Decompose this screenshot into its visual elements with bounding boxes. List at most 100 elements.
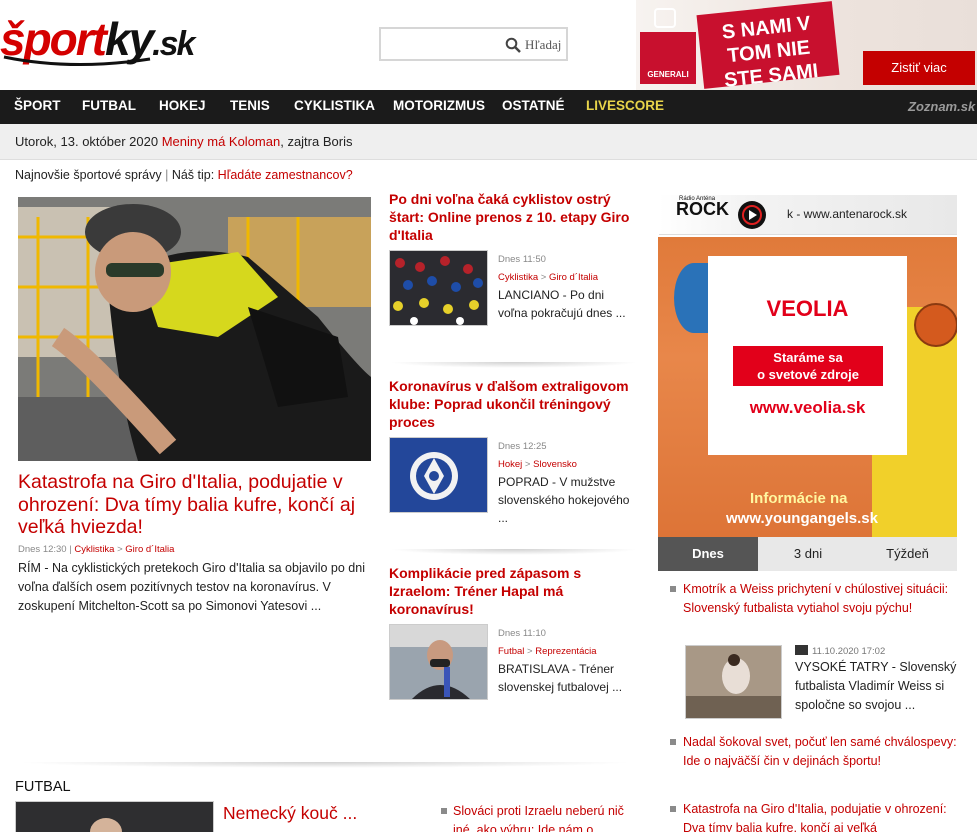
mid-article-excerpt: LANCIANO - Po dni voľna pokračujú dnes .… [498, 288, 626, 320]
ad-cta-button[interactable]: Zistiť viac [863, 51, 975, 85]
mid-article-title[interactable]: Po dni voľna čaká cyklistov ostrý štart:… [389, 190, 639, 244]
camera-icon [795, 645, 808, 655]
tip-link[interactable]: Hľadáte zamestnancov? [218, 168, 353, 182]
veolia-tagline-2: o svetové zdroje [757, 367, 859, 382]
nav-item-motorizmus[interactable]: MOTORIZMUS [393, 90, 485, 124]
mid-article-meta: Dnes 11:50 [498, 254, 546, 265]
radio-url: k - www.antenarock.sk [787, 207, 908, 221]
peloton-photo [390, 251, 487, 325]
search-box: Hľadaj [379, 27, 568, 61]
featured-date: 11.10.2020 17:02 [812, 646, 886, 657]
mid-article-meta: Dnes 11:10 [498, 628, 546, 639]
generali-ad-banner[interactable]: GENERALI S NAMI V TOM NIE STE SAMI Zisti… [636, 0, 977, 90]
subcategory-link[interactable]: Slovensko [533, 459, 577, 470]
main-nav: ŠPORT FUTBAL HOKEJ TENIS CYKLISTIKA MOTO… [0, 90, 977, 124]
cyclist-photo [18, 197, 371, 461]
popular-article-link[interactable]: Nadal šokoval svet, počuť len samé chvál… [683, 733, 960, 770]
popular-article-link[interactable]: Kmotrík a Weiss prichytení v chúlostivej… [683, 580, 960, 617]
popular-article-link[interactable]: Katastrofa na Giro d'Italia, podujatie v… [683, 800, 960, 832]
nav-item-hokej[interactable]: HOKEJ [159, 90, 206, 124]
nav-item-sport[interactable]: ŠPORT [14, 90, 61, 124]
search-icon[interactable] [505, 37, 521, 53]
featured-thumb[interactable] [685, 645, 782, 719]
featured-excerpt: VYSOKÉ TATRY - Slovenský futbalista Vlad… [795, 660, 957, 712]
logo-part-3: .sk [152, 25, 195, 63]
popular-tabs: Dnes 3 dni Týždeň [658, 537, 957, 571]
mid-article-title[interactable]: Komplikácie pred zápasom s Izraelom: Tré… [389, 564, 639, 618]
subcategory-link[interactable]: Giro d´Italia [125, 544, 174, 555]
futbal-article-image[interactable] [15, 801, 214, 832]
tip-label: Náš tip: [171, 168, 218, 182]
mid-article-category: Hokej > Slovensko [498, 459, 577, 470]
category-link[interactable]: Cyklistika [74, 544, 114, 555]
mid-article-title[interactable]: Koronavírus v ďalšom extraligovom klube:… [389, 377, 639, 431]
logo-swoosh-icon [3, 55, 151, 67]
bullet-icon [670, 586, 676, 592]
young-angels-url: www.youngangels.sk [726, 510, 878, 527]
nav-item-cyklistika[interactable]: CYKLISTIKA [294, 90, 375, 124]
lion-icon [654, 8, 676, 28]
mid-article-thumb[interactable] [389, 437, 488, 513]
category-link[interactable]: Hokej [498, 459, 522, 470]
article-time: Dnes 12:25 [498, 441, 547, 452]
mid-article-thumb[interactable] [389, 624, 488, 700]
mid-article-excerpt: BRATISLAVA - Tréner slovenskej futbalove… [498, 662, 623, 694]
young-angels-info: Informácie na [750, 490, 848, 507]
section-divider [15, 762, 635, 768]
date-text: , 13. október 2020 [53, 134, 162, 149]
nav-item-tenis[interactable]: TENIS [230, 90, 270, 124]
mid-article-category: Futbal > Reprezentácia [498, 646, 597, 657]
date-day: Utorok [15, 134, 54, 149]
nav-item-ostatne[interactable]: OSTATNÉ [502, 90, 565, 124]
ad-slogan: S NAMI V TOM NIE STE SAMI [696, 1, 840, 90]
futbal-list-link[interactable]: Slováci proti Izraelu neberú nič iné, ak… [453, 802, 643, 832]
category-link[interactable]: Futbal [498, 646, 524, 657]
futbal-article-title[interactable]: Nemecký kouč ... [223, 802, 423, 824]
weiss-photo [686, 646, 781, 718]
divider [389, 549, 639, 555]
subcategory-link[interactable]: Reprezentácia [535, 646, 596, 657]
article-time: Dnes 11:50 [498, 254, 546, 265]
mid-article: Po dni voľna čaká cyklistov ostrý štart:… [389, 190, 639, 326]
radio-play-icon[interactable] [738, 201, 766, 229]
mid-article-meta: Dnes 12:25 [498, 441, 547, 452]
latest-news-label[interactable]: Najnovšie športové správy [15, 168, 162, 182]
site-header: športky.sk Hľadaj GENERALI S NAMI V TOM … [0, 0, 977, 90]
coach-head-photo [16, 802, 213, 832]
veolia-ad[interactable]: VEOLIA Staráme sa o svetové zdroje www.v… [658, 237, 957, 537]
tab-3-dni[interactable]: 3 dni [758, 537, 858, 571]
tomorrow-nameday: , zajtra Boris [280, 134, 353, 149]
generali-logo: GENERALI [640, 32, 696, 84]
nav-item-futbal[interactable]: FUTBAL [82, 90, 136, 124]
mid-article-category: Cyklistika > Giro d´Italia [498, 272, 599, 283]
search-button[interactable]: Hľadaj [525, 37, 561, 53]
mid-article-thumb[interactable] [389, 250, 488, 326]
veolia-url: www.veolia.sk [749, 398, 866, 417]
category-link[interactable]: Cyklistika [498, 272, 538, 283]
coach-photo [390, 625, 487, 699]
tab-dnes[interactable]: Dnes [658, 537, 758, 571]
veolia-tagline: Staráme sa o svetové zdroje [733, 346, 883, 386]
section-heading-futbal[interactable]: FUTBAL [15, 779, 71, 795]
mid-article: Koronavírus v ďalšom extraligovom klube:… [389, 377, 639, 525]
tab-tyzden[interactable]: Týždeň [858, 537, 957, 571]
nav-item-livescore[interactable]: LIVESCORE [586, 90, 664, 124]
radio-antena-rock-banner[interactable]: Rádio Anténa ROCK k - www.antenarock.sk [659, 195, 957, 235]
main-article-meta: Dnes 12:30 | Cyklistika > Giro d´Italia [18, 544, 175, 555]
bullet-icon [670, 806, 676, 812]
tips-bar: Najnovšie športové správy | Náš tip: Hľa… [15, 168, 353, 182]
namedays-link[interactable]: Meniny má Koloman [162, 134, 281, 149]
bullet-icon [441, 808, 447, 814]
mid-article-excerpt: POPRAD - V mužstve slovenského hokejovéh… [498, 475, 630, 525]
search-input[interactable] [385, 33, 503, 55]
main-article-excerpt: RÍM - Na cyklistických pretekoch Giro d'… [18, 561, 365, 613]
bullet-icon [670, 739, 676, 745]
main-article-image[interactable] [18, 197, 371, 461]
article-time: Dnes 11:10 [498, 628, 546, 639]
main-article-title[interactable]: Katastrofa na Giro d'Italia, podujatie v… [18, 471, 373, 539]
subcategory-link[interactable]: Giro d´Italia [549, 272, 598, 283]
zoznam-logo[interactable]: Zoznam.sk [908, 99, 975, 114]
veolia-box: VEOLIA Staráme sa o svetové zdroje www.v… [708, 256, 907, 455]
mid-article: Komplikácie pred zápasom s Izraelom: Tré… [389, 564, 639, 700]
article-time: Dnes 12:30 [18, 544, 67, 555]
